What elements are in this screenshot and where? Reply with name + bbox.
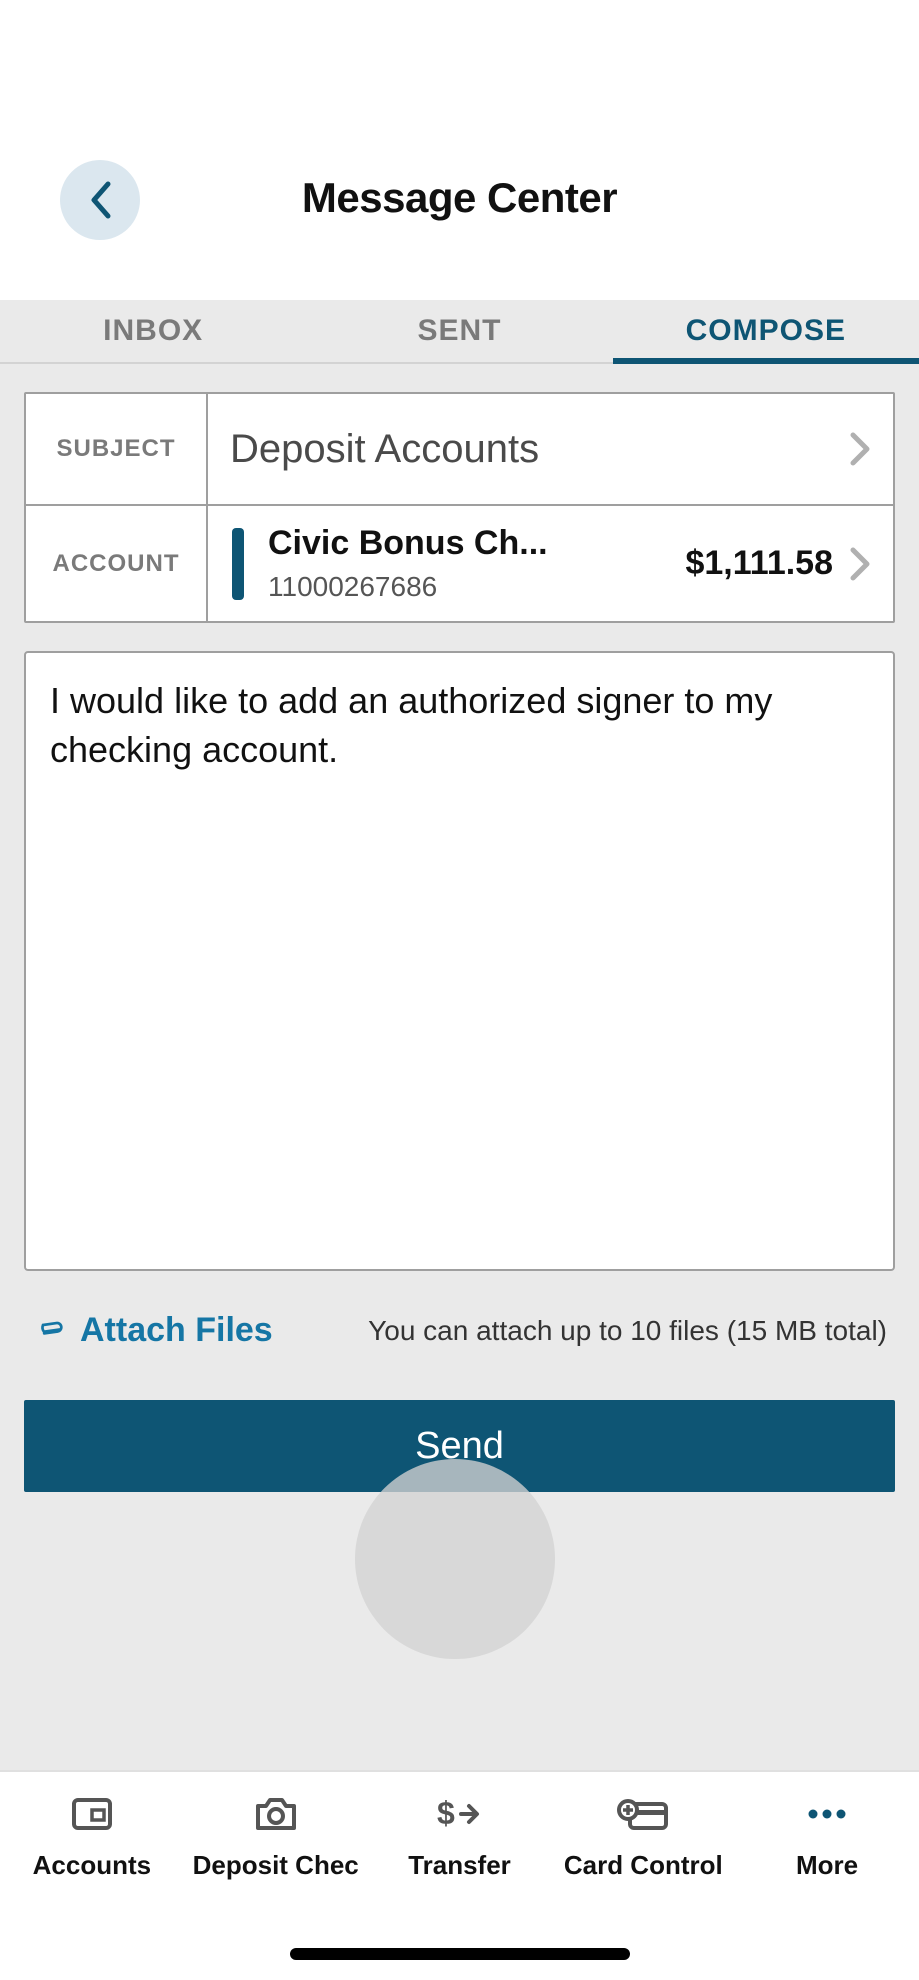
tab-sent[interactable]: SENT [306, 300, 612, 362]
nav-card-label: Card Control [564, 1850, 723, 1881]
nav-deposit-label: Deposit Chec [193, 1850, 359, 1881]
account-balance: $1,111.58 [685, 544, 833, 583]
account-accent-bar [232, 528, 244, 600]
transfer-icon: $ [433, 1790, 485, 1838]
camera-icon [252, 1790, 300, 1838]
home-indicator [290, 1948, 630, 1960]
attach-row: Attach Files You can attach up to 10 fil… [24, 1311, 895, 1350]
page-title: Message Center [0, 174, 919, 222]
accounts-icon [70, 1790, 114, 1838]
chevron-right-icon [849, 431, 871, 467]
compose-form: SUBJECT Deposit Accounts ACCOUNT Civic B… [24, 392, 895, 623]
compose-body: SUBJECT Deposit Accounts ACCOUNT Civic B… [0, 364, 919, 1770]
message-textarea[interactable]: I would like to add an authorized signer… [24, 651, 895, 1271]
attach-hint: You can attach up to 10 files (15 MB tot… [273, 1315, 887, 1347]
tabs: INBOX SENT COMPOSE [0, 300, 919, 364]
header: Message Center [0, 0, 919, 300]
account-name: Civic Bonus Ch... [268, 524, 685, 563]
account-picker[interactable]: Civic Bonus Ch... 11000267686 $1,111.58 [208, 506, 893, 621]
account-number: 11000267686 [268, 571, 685, 603]
nav-transfer-label: Transfer [408, 1850, 511, 1881]
nav-accounts[interactable]: Accounts [0, 1790, 184, 1980]
svg-text:$: $ [437, 1795, 455, 1831]
attach-label: Attach Files [80, 1311, 273, 1350]
subject-label: SUBJECT [26, 394, 208, 504]
subject-row: SUBJECT Deposit Accounts [26, 394, 893, 504]
nav-accounts-label: Accounts [33, 1850, 151, 1881]
tab-compose[interactable]: COMPOSE [613, 300, 919, 362]
account-info: Civic Bonus Ch... 11000267686 [268, 524, 685, 603]
bottom-nav: Accounts Deposit Chec $ Transfer Card Co… [0, 1770, 919, 1980]
tab-inbox[interactable]: INBOX [0, 300, 306, 362]
card-controls-icon [616, 1790, 670, 1838]
account-row: ACCOUNT Civic Bonus Ch... 11000267686 $1… [26, 504, 893, 621]
subject-value: Deposit Accounts [230, 427, 849, 472]
nav-more-label: More [796, 1850, 858, 1881]
attach-files-button[interactable]: Attach Files [32, 1311, 273, 1350]
more-icon [803, 1790, 851, 1838]
paperclip-icon [32, 1317, 66, 1345]
nav-more[interactable]: More [735, 1790, 919, 1980]
chevron-right-icon [849, 546, 871, 582]
account-label: ACCOUNT [26, 506, 208, 621]
subject-picker[interactable]: Deposit Accounts [208, 394, 893, 504]
send-button[interactable]: Send [24, 1400, 895, 1492]
